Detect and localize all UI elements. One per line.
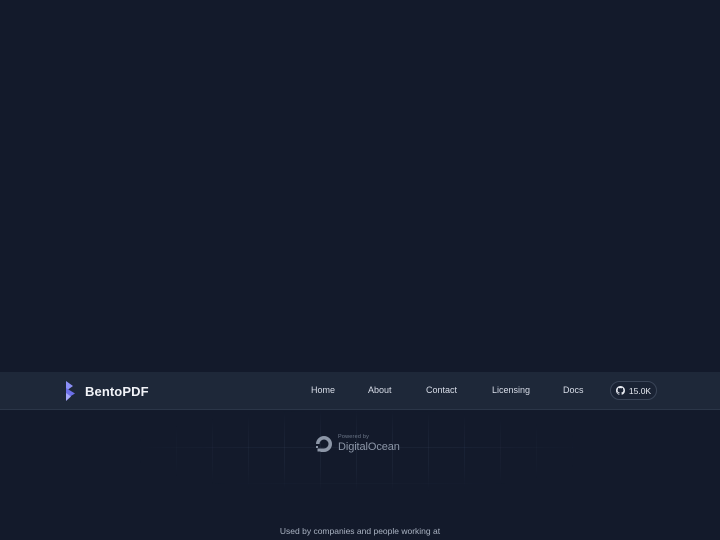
page: BentoPDF Home About Contact Licensing Do…	[0, 0, 720, 540]
digitalocean-logo-icon	[316, 436, 332, 452]
hero-section: Powered by DigitalOcean Used by companie…	[0, 411, 720, 540]
used-by-heading: Used by companies and people working at	[279, 526, 441, 536]
nav-link-licensing[interactable]: Licensing	[492, 385, 530, 395]
github-stars-count: 15.0K	[628, 385, 652, 396]
github-stars-button[interactable]: 15.0K	[610, 381, 657, 400]
digitalocean-sponsor-link[interactable]: Powered by DigitalOcean	[314, 433, 400, 455]
nav-link-contact[interactable]: Contact	[426, 385, 457, 395]
powered-by-label: Powered by	[338, 433, 370, 440]
sponsor-name: DigitalOcean	[338, 441, 400, 454]
top-navbar: BentoPDF Home About Contact Licensing Do…	[0, 372, 720, 410]
nav-link-docs[interactable]: Docs	[563, 385, 584, 395]
content-area-blank	[0, 0, 720, 372]
nav-link-home[interactable]: Home	[311, 385, 335, 395]
github-icon	[615, 386, 625, 395]
nav-link-about[interactable]: About	[368, 385, 392, 395]
sponsor-text: Powered by DigitalOcean	[338, 433, 400, 454]
